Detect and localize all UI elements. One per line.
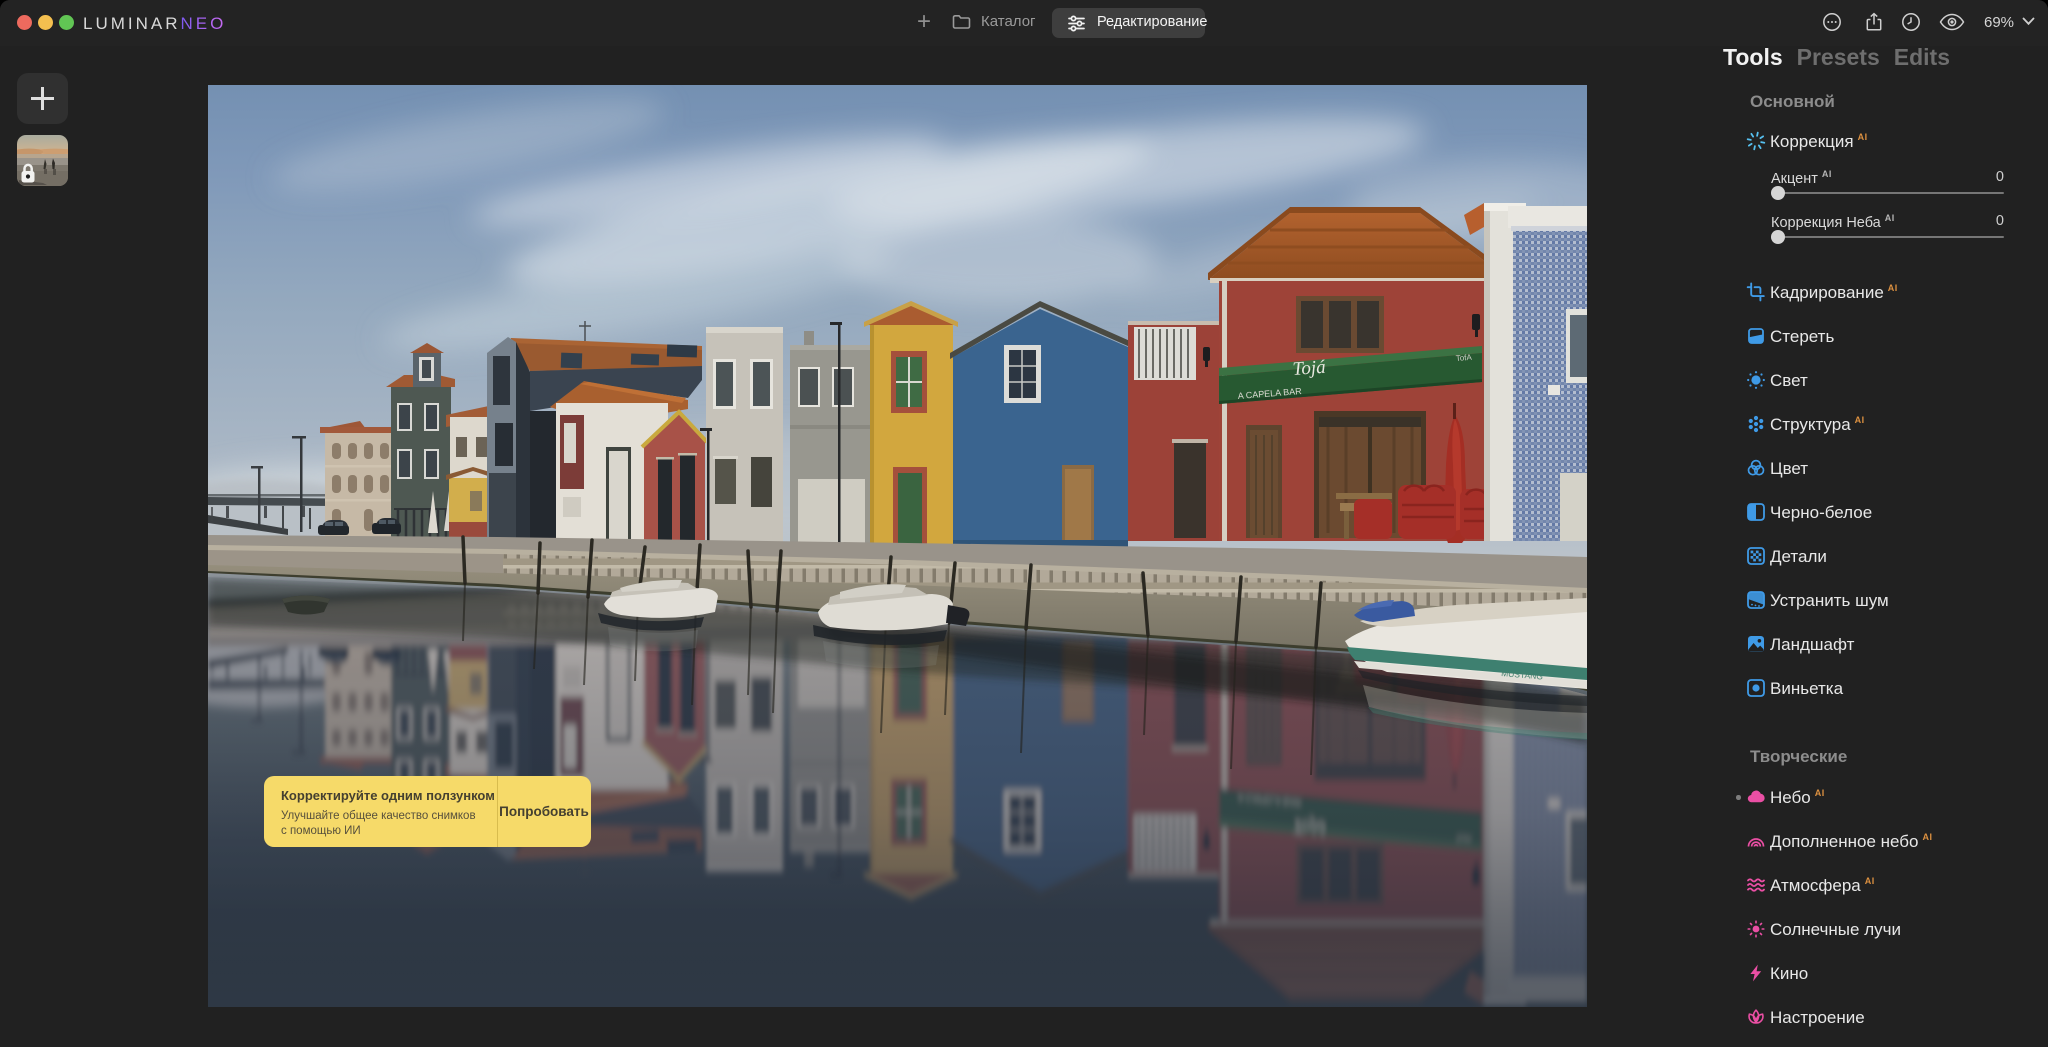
svg-text:TofA: TofA	[1455, 353, 1472, 363]
svg-text:Tojá: Tojá	[1292, 357, 1327, 380]
